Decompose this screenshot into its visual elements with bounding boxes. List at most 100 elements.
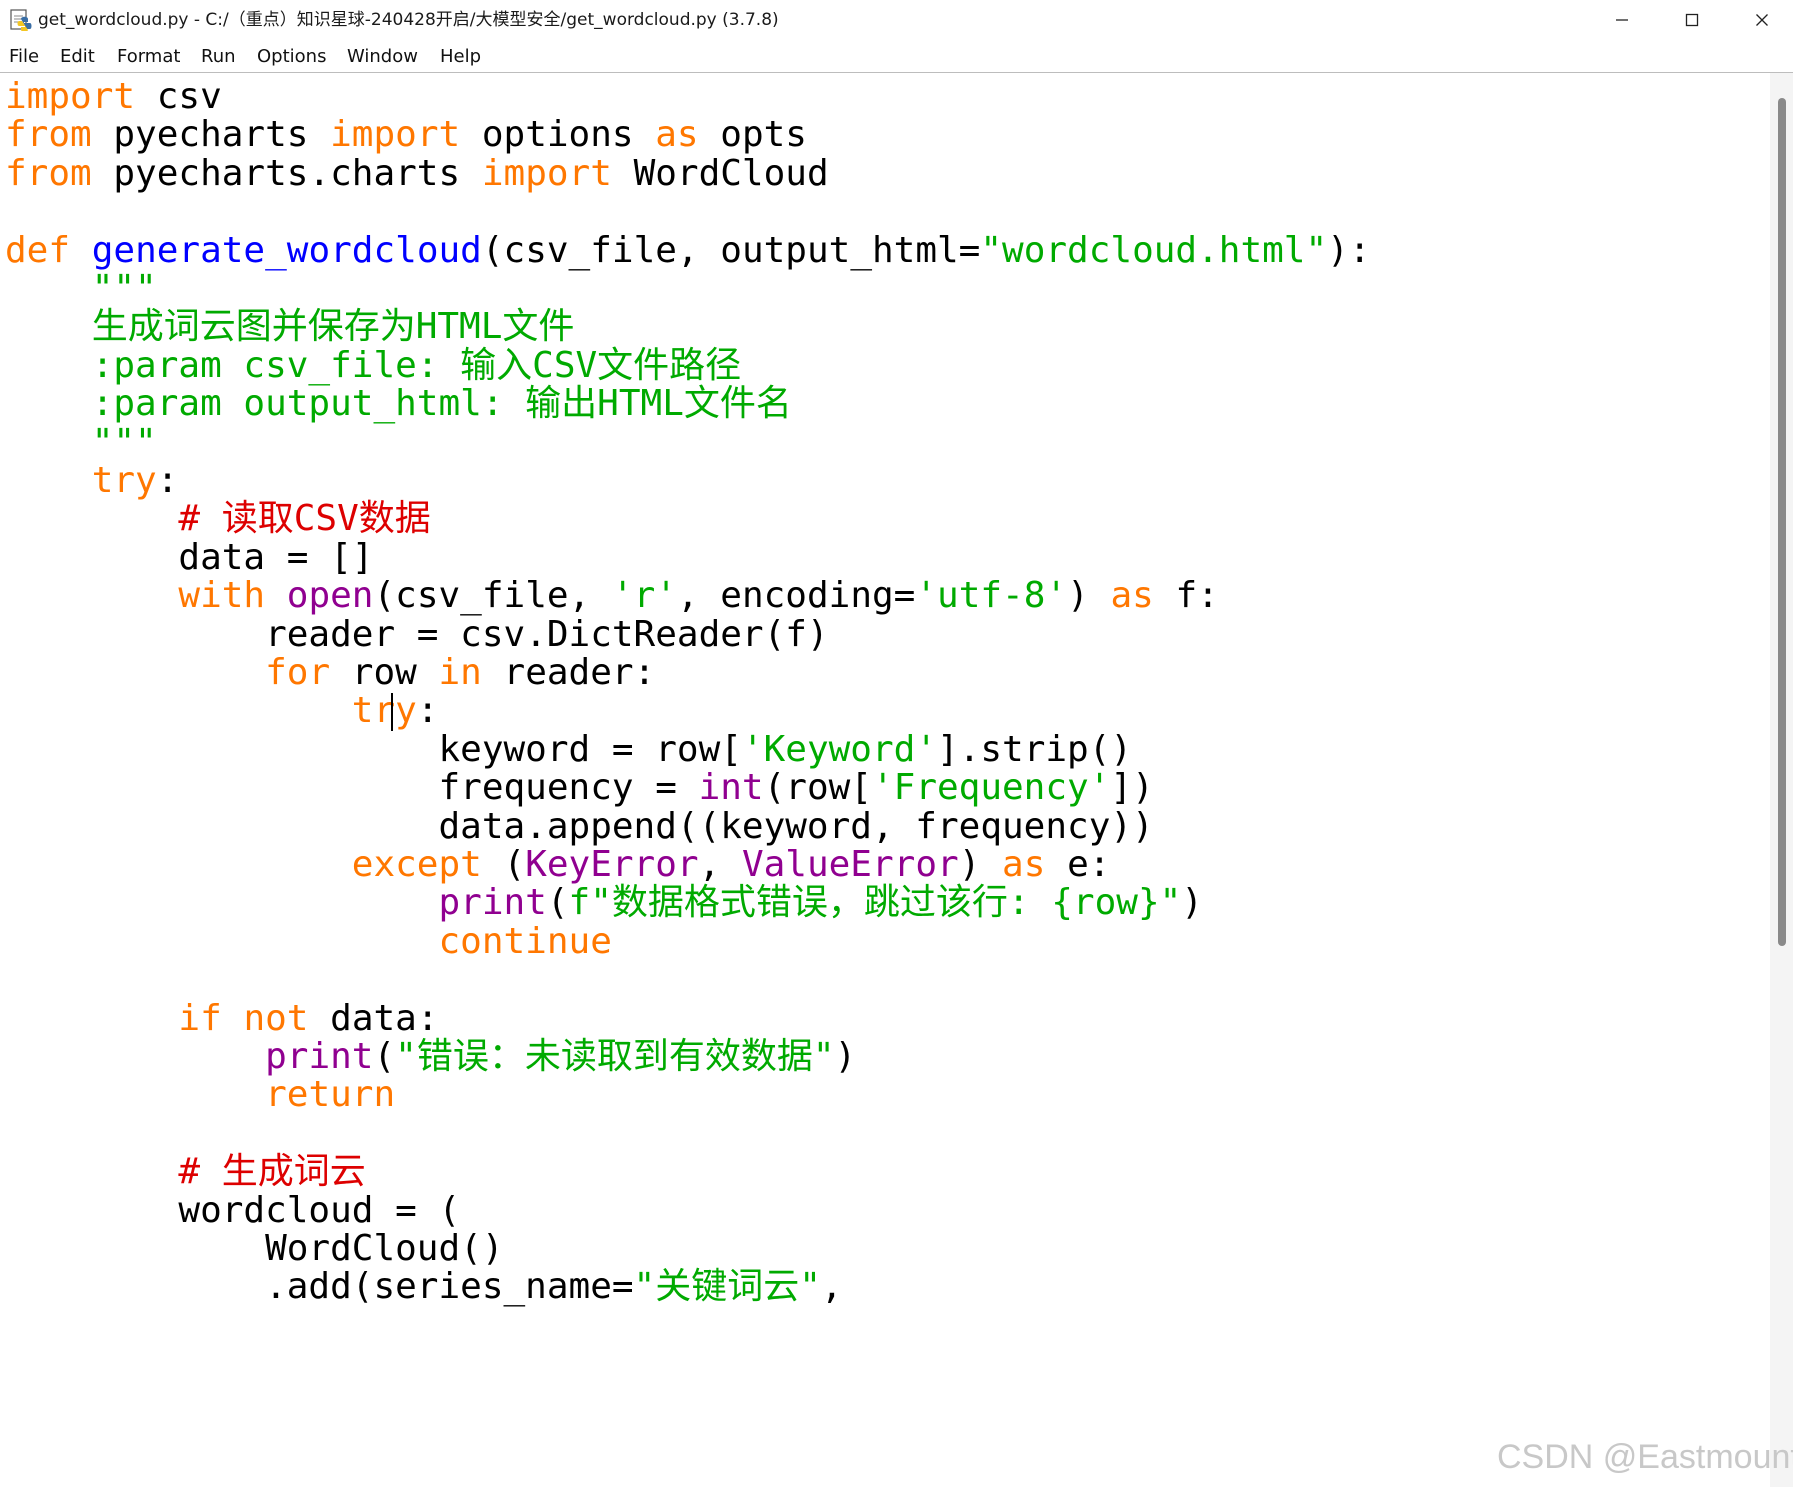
code-token: def xyxy=(5,229,71,271)
code-token: WordCloud() xyxy=(5,1228,504,1269)
menu-file[interactable]: File xyxy=(9,46,39,68)
close-icon xyxy=(1756,14,1768,26)
code-token: ]) xyxy=(1110,767,1154,809)
code-token: ) xyxy=(834,1036,857,1077)
python-idle-icon xyxy=(10,9,32,31)
code-line: """ xyxy=(5,421,157,465)
code-token: ].strip() xyxy=(937,728,1133,770)
code-line: print("错误：未读取到有效数据") xyxy=(5,1035,856,1079)
code-token: import xyxy=(481,152,612,194)
scrollbar-thumb[interactable] xyxy=(1778,98,1786,946)
menu-options[interactable]: Options xyxy=(257,46,326,68)
code-line: try: xyxy=(5,459,179,503)
code-token: generate_wordcloud xyxy=(91,229,482,271)
code-token: from xyxy=(5,152,92,194)
code-token: print xyxy=(438,882,547,924)
code-line: # 生成词云 xyxy=(5,1150,365,1194)
code-line: data = [] xyxy=(5,536,373,580)
code-token: as xyxy=(1002,844,1046,885)
code-token: : xyxy=(156,460,179,501)
code-token: :param output_html: 输出HTML文件名 xyxy=(5,383,792,425)
code-token: with xyxy=(178,575,266,617)
code-line: data.append((keyword, frequency)) xyxy=(5,805,1153,849)
code-line: from pyecharts.charts import WordCloud xyxy=(5,152,829,196)
code-token: ( xyxy=(481,844,526,885)
code-token: e: xyxy=(1045,844,1111,885)
menu-help[interactable]: Help xyxy=(440,46,481,68)
code-line: print(f"数据格式错误，跳过该行: {row}") xyxy=(5,881,1203,925)
watermark: CSDN @Eastmount xyxy=(1497,1438,1793,1476)
code-token: import xyxy=(330,114,461,156)
code-line: WordCloud() xyxy=(5,1227,504,1271)
menu-edit[interactable]: Edit xyxy=(60,46,95,68)
code-token: f: xyxy=(1153,575,1219,617)
code-token: continue xyxy=(438,920,612,962)
code-token: open xyxy=(286,575,374,617)
code-token: import xyxy=(5,76,136,117)
close-button[interactable] xyxy=(1727,0,1793,40)
menu-window[interactable]: Window xyxy=(347,46,418,68)
code-line: continue xyxy=(5,920,612,964)
code-token: ) xyxy=(958,844,1003,885)
code-token: ) xyxy=(1067,575,1111,617)
code-token: , xyxy=(820,1266,843,1308)
code-token: pyecharts xyxy=(91,114,331,156)
code-token: f"数据格式错误，跳过该行: {row}" xyxy=(568,882,1182,924)
code-token: in xyxy=(438,652,482,693)
minimize-icon xyxy=(1616,19,1628,21)
code-token: as xyxy=(1110,575,1154,617)
menu-bar: File Edit Format Run Options Window Help xyxy=(0,40,1793,73)
code-token: reader: xyxy=(481,652,656,693)
code-token: WordCloud xyxy=(611,152,829,194)
code-token: int xyxy=(698,767,764,809)
code-token: 生成词云图并保存为HTML文件 xyxy=(5,306,575,348)
code-token: ValueError xyxy=(741,844,959,885)
code-line: keyword = row['Keyword'].strip() xyxy=(5,728,1132,772)
code-token: pyecharts.charts xyxy=(91,152,482,194)
code-token: "错误：未读取到有效数据" xyxy=(395,1036,835,1077)
code-token: try xyxy=(91,460,157,501)
code-token: .add(series_name= xyxy=(5,1266,634,1308)
code-token: data: xyxy=(308,997,439,1039)
minimize-button[interactable] xyxy=(1587,0,1657,40)
code-token: # 读取CSV数据 xyxy=(178,498,431,540)
code-line: try: xyxy=(5,689,439,733)
code-editor[interactable]: import csv from pyecharts import options … xyxy=(0,73,1770,1487)
maximize-button[interactable] xyxy=(1657,0,1727,40)
code-token: 'Keyword' xyxy=(741,728,937,770)
vertical-scrollbar[interactable] xyxy=(1770,73,1793,1487)
code-line: """ xyxy=(5,267,157,311)
code-token: """ xyxy=(91,268,157,309)
menu-format[interactable]: Format xyxy=(117,46,180,68)
code-line: frequency = int(row['Frequency']) xyxy=(5,766,1154,810)
code-line: for row in reader: xyxy=(5,651,655,695)
code-token: opts xyxy=(698,114,807,156)
code-line: .add(series_name="关键词云", xyxy=(5,1265,843,1309)
code-token: "关键词云" xyxy=(633,1266,821,1308)
code-token: ): xyxy=(1327,229,1371,271)
title-bar: get_wordcloud.py - C:/（重点）知识星球-240428开启/… xyxy=(0,0,1793,40)
code-token: :param csv_file: 输入CSV文件路径 xyxy=(5,344,742,386)
code-line: except (KeyError, ValueError) as e: xyxy=(5,843,1111,887)
code-line: if not data: xyxy=(5,997,439,1041)
menu-run[interactable]: Run xyxy=(201,46,236,68)
window-title: get_wordcloud.py - C:/（重点）知识星球-240428开启/… xyxy=(38,10,779,30)
code-token: print xyxy=(265,1036,374,1077)
code-token: not xyxy=(243,997,309,1039)
code-token: , encoding= xyxy=(676,575,916,617)
code-line: wordcloud = ( xyxy=(5,1189,460,1233)
code-token: ( xyxy=(546,882,569,924)
code-token: 'r' xyxy=(611,575,677,617)
code-line: from pyecharts import options as opts xyxy=(5,113,807,157)
code-line: def generate_wordcloud(csv_file, output_… xyxy=(5,229,1371,273)
code-line: with open(csv_file, 'r', encoding='utf-8… xyxy=(5,574,1219,618)
code-token: csv xyxy=(135,76,222,117)
